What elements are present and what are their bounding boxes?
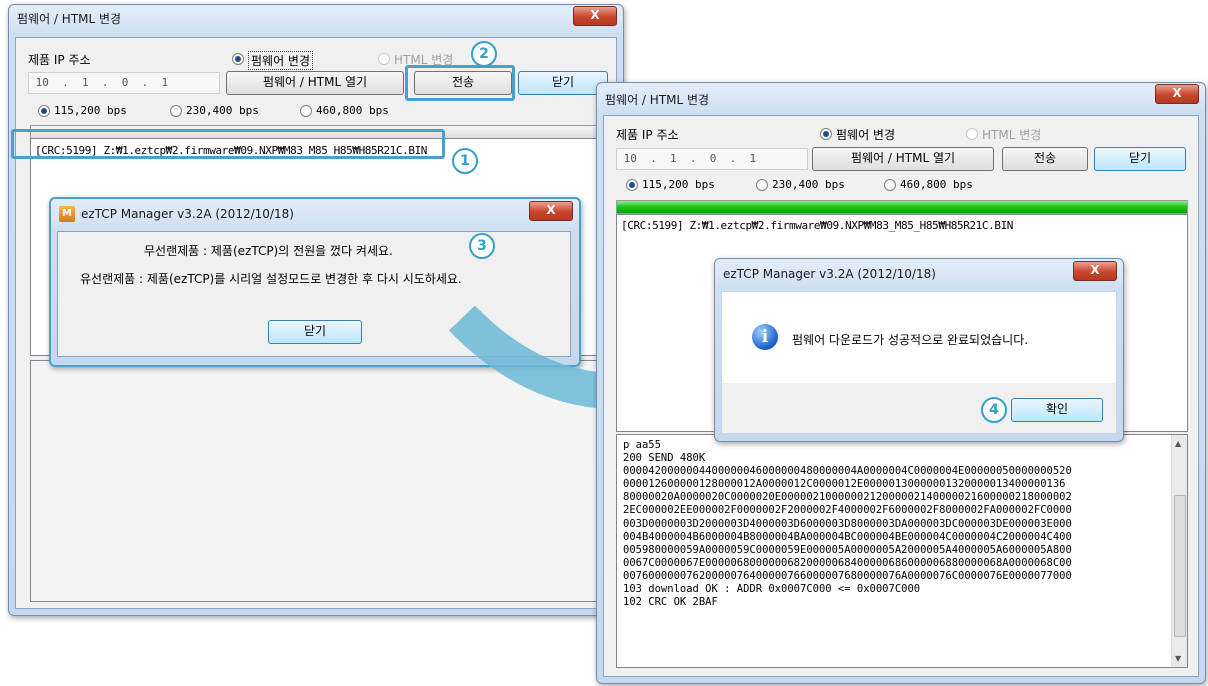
log-line: 80000020A0000020C0000020E000002100000021… <box>623 491 1072 504</box>
ip-label: 제품 IP 주소 <box>616 128 679 142</box>
progress-bar-fill <box>617 201 1187 213</box>
title-bar[interactable]: 펌웨어 / HTML 변경 X <box>597 83 1205 109</box>
radio-baud-115200[interactable] <box>38 105 50 117</box>
scroll-thumb[interactable] <box>1174 495 1186 637</box>
highlight-file-path <box>11 129 445 159</box>
baud-460800-label[interactable]: 460,800 bps <box>900 178 973 191</box>
callout-2: 2 <box>471 41 497 67</box>
scroll-up-arrow[interactable]: ▲ <box>1175 439 1181 448</box>
close-button[interactable]: 닫기 <box>518 71 608 95</box>
log-line: 0067C0000067E000006800000068200000684000… <box>623 556 1072 569</box>
dialog-line-1: 무선랜제품 : 제품(ezTCP)의 전원을 껐다 켜세요. <box>144 244 393 258</box>
progress-bar <box>616 200 1188 214</box>
warning-dialog: M ezTCP Manager v3.2A (2012/10/18) X 무선랜… <box>49 197 581 367</box>
baud-115200-label[interactable]: 115,200 bps <box>54 104 127 117</box>
radio-baud-230400[interactable] <box>170 105 182 117</box>
app-icon: M <box>59 206 75 222</box>
log-line: 102 CRC OK 2BAF <box>623 596 718 609</box>
dialog-message: 펌웨어 다운로드가 성공적으로 완료되었습니다. <box>792 333 1029 347</box>
window-close-button[interactable]: X <box>1155 84 1199 104</box>
radio-firmware-label[interactable]: 펌웨어 변경 <box>836 126 895 143</box>
radio-firmware[interactable] <box>820 128 832 140</box>
title-bar[interactable]: 펌웨어 / HTML 변경 X <box>9 5 623 31</box>
log-line: 0000420000004400000046000000480000004A00… <box>623 465 1072 478</box>
dialog-close-button[interactable]: X <box>1073 261 1117 281</box>
log-line: 004B4000004B6000004B8000004BA000004BC000… <box>623 530 1072 543</box>
open-file-button[interactable]: 펌웨어 / HTML 열기 <box>226 71 404 95</box>
baud-230400-label[interactable]: 230,400 bps <box>772 178 845 191</box>
baud-115200-label[interactable]: 115,200 bps <box>642 178 715 191</box>
log-line: 000012600000128000012A0000012C0000012E00… <box>623 478 1066 491</box>
ip-label: 제품 IP 주소 <box>28 53 91 67</box>
callout-3: 3 <box>469 233 495 259</box>
log-scrollbar[interactable]: ▲ ▼ <box>1171 435 1187 667</box>
callout-4: 4 <box>981 397 1007 423</box>
file-path: [CRC:5199] Z:₩1.eztcp₩2.firmware₩09.NXP₩… <box>621 219 1014 232</box>
radio-baud-115200[interactable] <box>626 179 638 191</box>
radio-baud-230400[interactable] <box>756 179 768 191</box>
log-line: 0076000000762000007640000076600000768000… <box>623 569 1072 582</box>
log-area[interactable]: p aa55 200 SEND 480K 000042000000440000004… <box>616 434 1188 668</box>
log-lines: p aa55 200 SEND 480K 000042000000440000004… <box>623 439 1171 663</box>
info-icon: i <box>752 324 778 350</box>
dialog-title: ezTCP Manager v3.2A (2012/10/18) <box>723 267 936 281</box>
ip-address-field[interactable]: 10 . 1 . 0 . 1 <box>616 148 808 170</box>
log-area[interactable] <box>30 360 606 602</box>
baud-230400-label[interactable]: 230,400 bps <box>186 104 259 117</box>
dialog-title: ezTCP Manager v3.2A (2012/10/18) <box>81 207 294 221</box>
radio-firmware-label[interactable]: 펌웨어 변경 <box>248 51 314 70</box>
radio-baud-460800[interactable] <box>884 179 896 191</box>
highlight-send-button <box>405 65 515 101</box>
radio-html <box>378 53 390 65</box>
radio-baud-460800[interactable] <box>300 105 312 117</box>
success-dialog: ezTCP Manager v3.2A (2012/10/18) X i 펌웨어… <box>714 258 1124 442</box>
confirm-button[interactable]: 확인 <box>1011 398 1103 422</box>
radio-html <box>966 128 978 140</box>
scroll-down-arrow[interactable]: ▼ <box>1175 654 1181 663</box>
ip-address-field[interactable]: 10 . 1 . 0 . 1 <box>28 72 220 94</box>
log-line: 003D0000003D2000003D4000003D6000003D8000… <box>623 517 1072 530</box>
log-line: 2EC000002EE000002F0000002F2000002F400000… <box>623 504 1072 517</box>
open-file-button[interactable]: 펌웨어 / HTML 열기 <box>812 147 994 171</box>
dialog-close-confirm-button[interactable]: 닫기 <box>268 320 362 344</box>
send-button[interactable]: 전송 <box>1002 147 1088 171</box>
log-line: 200 SEND 480K <box>623 452 706 465</box>
baud-460800-label[interactable]: 460,800 bps <box>316 104 389 117</box>
dialog-body: i 펌웨어 다운로드가 성공적으로 완료되었습니다. <box>721 291 1117 385</box>
callout-1: 1 <box>452 148 478 174</box>
radio-firmware[interactable] <box>232 53 244 65</box>
close-button[interactable]: 닫기 <box>1094 147 1186 171</box>
log-line: 005980000059A0000059C0000059E000005A0000… <box>623 543 1072 556</box>
dialog-title-bar[interactable]: ezTCP Manager v3.2A (2012/10/18) X <box>715 259 1123 285</box>
dialog-line-2: 유선랜제품 : 제품(ezTCP)를 시리얼 설정모드로 변경한 후 다시 시도… <box>80 272 462 286</box>
radio-html-label: HTML 변경 <box>982 128 1042 142</box>
dialog-close-button[interactable]: X <box>529 201 573 221</box>
window-title: 펌웨어 / HTML 변경 <box>605 93 710 107</box>
window-title: 펌웨어 / HTML 변경 <box>17 12 122 26</box>
log-line: 103 download OK : ADDR 0x0007C000 <= 0x0… <box>623 583 921 596</box>
dialog-title-bar[interactable]: M ezTCP Manager v3.2A (2012/10/18) X <box>51 199 579 225</box>
window-close-button[interactable]: X <box>573 6 617 26</box>
